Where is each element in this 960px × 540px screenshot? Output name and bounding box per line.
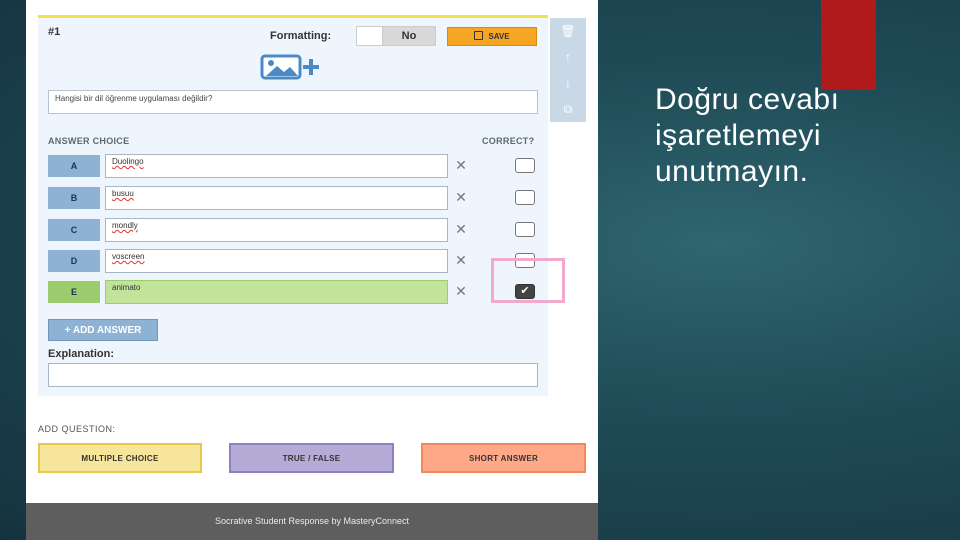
correct-answer-highlight	[491, 258, 565, 303]
answer-row-a: A Duolingo ✕	[48, 154, 548, 178]
answer-letter: E	[48, 281, 100, 303]
close-icon[interactable]: ✕	[454, 222, 468, 236]
answer-text: busuu	[112, 189, 134, 198]
multiple-choice-button[interactable]: MULTIPLE CHOICE	[38, 443, 202, 473]
add-answer-button[interactable]: + ADD ANSWER	[48, 319, 158, 341]
floppy-icon	[474, 31, 484, 40]
footer-bar: Socrative Student Response by MasteryCon…	[26, 503, 598, 540]
image-add-icon[interactable]	[260, 54, 326, 85]
add-question-label: ADD QUESTION:	[38, 424, 116, 434]
trash-icon[interactable]: 🗑	[550, 18, 586, 44]
close-icon[interactable]: ✕	[454, 190, 468, 204]
explanation-input[interactable]	[48, 363, 538, 387]
true-false-button[interactable]: TRUE / FALSE	[229, 443, 394, 473]
answer-row-c: C mondly ✕	[48, 218, 548, 242]
close-icon[interactable]: ✕	[454, 284, 468, 298]
short-answer-button[interactable]: SHORT ANSWER	[421, 443, 586, 473]
correct-checkbox[interactable]	[515, 158, 535, 173]
formatting-toggle[interactable]: No	[356, 26, 436, 46]
answer-row-d: D voscreen ✕	[48, 249, 548, 273]
answer-letter: A	[48, 155, 100, 177]
answer-input[interactable]: animato	[105, 280, 448, 304]
answer-text: mondly	[112, 221, 138, 230]
answer-letter: C	[48, 219, 100, 241]
answer-choice-header: ANSWER CHOICE	[48, 136, 130, 146]
answer-input[interactable]: voscreen	[105, 249, 448, 273]
formatting-value: No	[383, 27, 435, 45]
answer-row-e: E animato ✕ ✔	[48, 280, 548, 304]
formatting-label: Formatting:	[270, 30, 332, 42]
slide-instruction-text: Doğru cevabı işaretlemeyi unutmayın.	[655, 83, 840, 188]
answer-input[interactable]: Duolingo	[105, 154, 448, 178]
close-icon[interactable]: ✕	[454, 253, 468, 267]
answer-text: voscreen	[112, 252, 145, 261]
answer-row-b: B busuu ✕	[48, 186, 548, 210]
answer-letter: D	[48, 250, 100, 272]
arrow-up-icon[interactable]: ↑	[550, 44, 586, 70]
accent-red-bar	[821, 0, 876, 90]
explanation-label: Explanation:	[48, 348, 115, 360]
answer-input[interactable]: mondly	[105, 218, 448, 242]
answer-letter: B	[48, 187, 100, 209]
question-editor-panel: #1 Formatting: No SAVE Hangisi bir dil ö…	[38, 18, 548, 396]
answer-input[interactable]: busuu	[105, 186, 448, 210]
save-label: SAVE	[488, 32, 510, 41]
toggle-knob	[357, 27, 383, 45]
save-button[interactable]: SAVE	[447, 27, 537, 46]
question-text-input[interactable]: Hangisi bir dil öğrenme uygulaması değil…	[48, 90, 538, 114]
copy-icon[interactable]: ⧉	[550, 96, 586, 122]
correct-checkbox[interactable]	[515, 222, 535, 237]
socrative-screenshot: #1 Formatting: No SAVE Hangisi bir dil ö…	[26, 0, 598, 540]
answer-text: Duolingo	[112, 157, 144, 166]
arrow-down-icon[interactable]: ↓	[550, 70, 586, 96]
correct-checkbox[interactable]	[515, 190, 535, 205]
correct-header: CORRECT?	[482, 136, 535, 146]
close-icon[interactable]: ✕	[454, 158, 468, 172]
question-action-bar: 🗑 ↑ ↓ ⧉	[550, 18, 586, 122]
question-number: #1	[48, 26, 61, 38]
